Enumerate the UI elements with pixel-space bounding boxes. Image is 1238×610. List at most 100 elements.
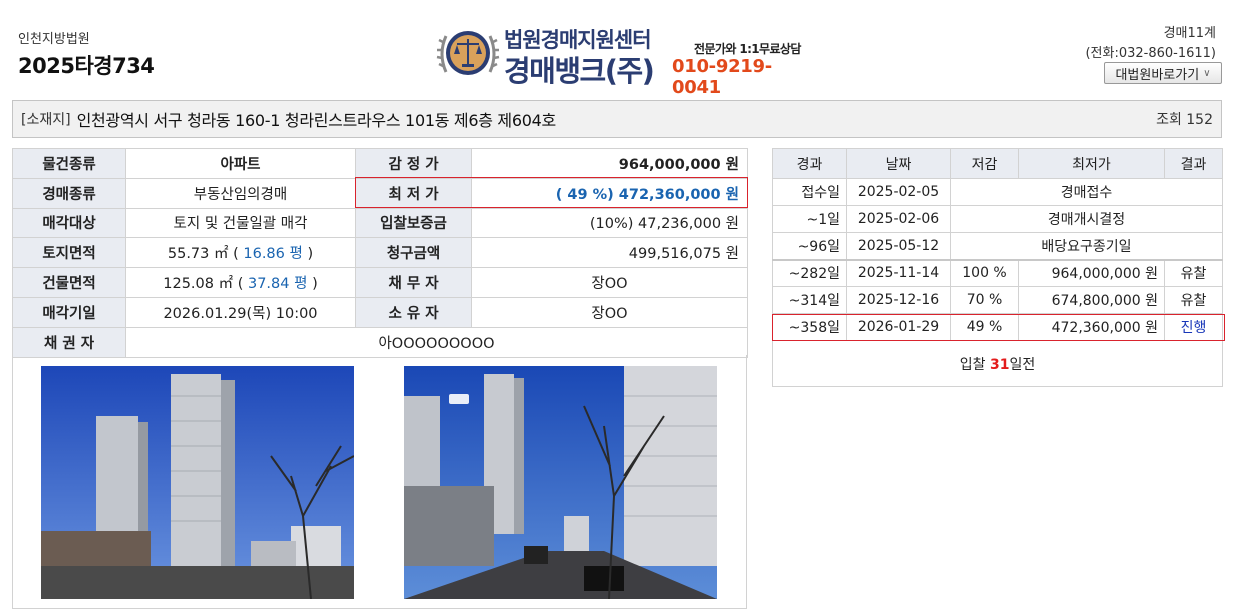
land-area-pyeong[interactable]: 16.86 평 [243, 246, 302, 262]
court-name: 인천지방법원 [18, 32, 90, 47]
round-result-active[interactable]: 진행 [1164, 313, 1223, 341]
owner-label: 소 유 자 [355, 296, 472, 328]
event-date: 2025-02-05 [846, 178, 951, 206]
min-price-value: ( 49 %) 472,360,000 원 [471, 177, 748, 209]
table-row: ~96일 2025-05-12 배당요구종기일 [772, 232, 1223, 260]
table-row: 건물면적 125.08 ㎡ ( 37.84 평 ) 채 무 자 장OO [12, 267, 748, 298]
event-elapsed: ~96일 [772, 232, 847, 260]
debtor-label: 채 무 자 [355, 267, 472, 298]
sale-date-label: 매각기일 [12, 296, 126, 328]
court-link-label: 대법원바로가기 [1115, 67, 1200, 83]
building-area-label: 건물면적 [12, 267, 126, 298]
photo-panel [12, 355, 747, 609]
consult-text: 전문가와 1:1무료상담 [694, 42, 801, 56]
property-info-table: 물건종류 아파트 감 정 가 964,000,000 원 경매종류 부동산임의경… [12, 148, 748, 358]
days-until-prefix: 입찰 [959, 356, 990, 373]
round-result: 유찰 [1164, 258, 1223, 287]
event-elapsed: 접수일 [772, 178, 847, 206]
appraisal-value: 964,000,000 원 [471, 148, 748, 179]
table-row: 매각대상 토지 및 건물일괄 매각 입찰보증금 (10%) 47,236,000… [12, 207, 748, 239]
property-photo-1[interactable] [41, 366, 354, 599]
header-rate: 저감 [950, 148, 1019, 179]
auction-type-label: 경매종류 [12, 177, 126, 209]
creditor-value: 아OOOOOOOOO [125, 326, 748, 358]
round-elapsed: ~358일 [772, 313, 847, 341]
building-area-paren: ) [312, 276, 318, 293]
round-price: 472,360,000 원 [1018, 313, 1165, 341]
view-count: 조회 152 [1156, 112, 1213, 128]
days-until-count: 31 [989, 356, 1010, 373]
event-name: 경매접수 [950, 178, 1223, 206]
company-logo[interactable]: 법원경매지원센터 경매뱅크(주) 전문가와 1:1무료상담 010-9219-0… [436, 22, 816, 98]
debtor-value: 장OO [471, 267, 748, 298]
table-header-row: 경과 날짜 저감 최저가 결과 [772, 148, 1223, 179]
auction-history-table: 경과 날짜 저감 최저가 결과 접수일 2025-02-05 경매접수 ~1일 … [772, 148, 1223, 387]
round-result: 유찰 [1164, 286, 1223, 314]
case-number: 2025타경734 [18, 54, 155, 78]
event-name: 배당요구종기일 [950, 232, 1223, 260]
days-until-suffix: 일전 [1009, 356, 1036, 373]
sale-target-label: 매각대상 [12, 207, 126, 239]
location-label: [소재지] [21, 112, 71, 128]
table-row: 경매종류 부동산임의경매 최 저 가 ( 49 %) 472,360,000 원 [12, 177, 748, 209]
table-row: 접수일 2025-02-05 경매접수 [772, 178, 1223, 206]
round-rate: 100 % [950, 258, 1019, 287]
creditor-label: 채 권 자 [12, 326, 126, 358]
court-scales-emblem-icon [436, 22, 500, 84]
land-area-paren: ) [307, 246, 314, 263]
table-row: 토지면적 55.73 ㎡ ( 16.86 평 ) 청구금액 499,516,07… [12, 237, 748, 269]
owner-value: 장OO [471, 296, 748, 328]
header-min-price: 최저가 [1018, 148, 1165, 179]
header-result: 결과 [1164, 148, 1223, 179]
auction-type-value: 부동산임의경매 [125, 177, 356, 209]
chevron-down-icon: ∨ [1203, 67, 1211, 79]
sale-target-value: 토지 및 건물일괄 매각 [125, 207, 356, 239]
header-elapsed: 경과 [772, 148, 847, 179]
event-name: 경매개시결정 [950, 205, 1223, 233]
round-price: 964,000,000 원 [1018, 258, 1165, 287]
event-elapsed: ~1일 [772, 205, 847, 233]
court-link-dropdown[interactable]: 대법원바로가기 ∨ [1104, 62, 1222, 84]
location-address: 인천광역시 서구 청라동 160-1 청라린스트라우스 101동 제6층 제60… [76, 111, 557, 130]
event-date: 2025-05-12 [846, 232, 951, 260]
land-area-value: 55.73 ㎡ ( 16.86 평 ) [125, 237, 356, 269]
round-date: 2026-01-29 [846, 313, 951, 341]
round-elapsed: ~314일 [772, 286, 847, 314]
min-price-label: 최 저 가 [355, 177, 472, 209]
table-row: 물건종류 아파트 감 정 가 964,000,000 원 [12, 148, 748, 179]
table-row: ~358일 2026-01-29 49 % 472,360,000 원 진행 [772, 313, 1223, 341]
round-date: 2025-12-16 [846, 286, 951, 314]
department: 경매11계 [1163, 26, 1216, 41]
logo-title-line2: 경매뱅크(주) [504, 54, 655, 88]
building-area-value: 125.08 ㎡ ( 37.84 평 ) [125, 267, 356, 298]
claim-value: 499,516,075 원 [471, 237, 748, 269]
table-footer-row: 입찰 31일전 [772, 340, 1223, 387]
round-rate: 49 % [950, 313, 1019, 341]
table-row: ~314일 2025-12-16 70 % 674,800,000 원 유찰 [772, 286, 1223, 314]
event-date: 2025-02-06 [846, 205, 951, 233]
round-date: 2025-11-14 [846, 258, 951, 287]
land-area-label: 토지면적 [12, 237, 126, 269]
round-price: 674,800,000 원 [1018, 286, 1165, 314]
item-type-label: 물건종류 [12, 148, 126, 179]
round-rate: 70 % [950, 286, 1019, 314]
header-date: 날짜 [846, 148, 951, 179]
land-area-m2: 55.73 ㎡ ( [167, 246, 244, 263]
table-row: ~282일 2025-11-14 100 % 964,000,000 원 유찰 [772, 258, 1223, 287]
table-row: 채 권 자 아OOOOOOOOO [12, 326, 748, 358]
item-type-value: 아파트 [125, 148, 356, 179]
property-photo-2[interactable] [404, 366, 717, 599]
location-bar: [소재지] 인천광역시 서구 청라동 160-1 청라린스트라우스 101동 제… [12, 100, 1222, 138]
table-row: 매각기일 2026.01.29(목) 10:00 소 유 자 장OO [12, 296, 748, 328]
building-area-pyeong[interactable]: 37.84 평 [248, 276, 307, 292]
appraisal-label: 감 정 가 [355, 148, 472, 179]
claim-label: 청구금액 [355, 237, 472, 269]
table-row: ~1일 2025-02-06 경매개시결정 [772, 205, 1223, 233]
round-elapsed: ~282일 [772, 258, 847, 287]
deposit-label: 입찰보증금 [355, 207, 472, 239]
deposit-value: (10%) 47,236,000 원 [471, 207, 748, 239]
consult-phone: 010-9219-0041 [672, 56, 772, 98]
building-area-m2: 125.08 ㎡ ( [163, 276, 248, 293]
days-until-bid: 입찰 31일전 [772, 340, 1223, 387]
sale-date-value: 2026.01.29(목) 10:00 [125, 296, 356, 328]
